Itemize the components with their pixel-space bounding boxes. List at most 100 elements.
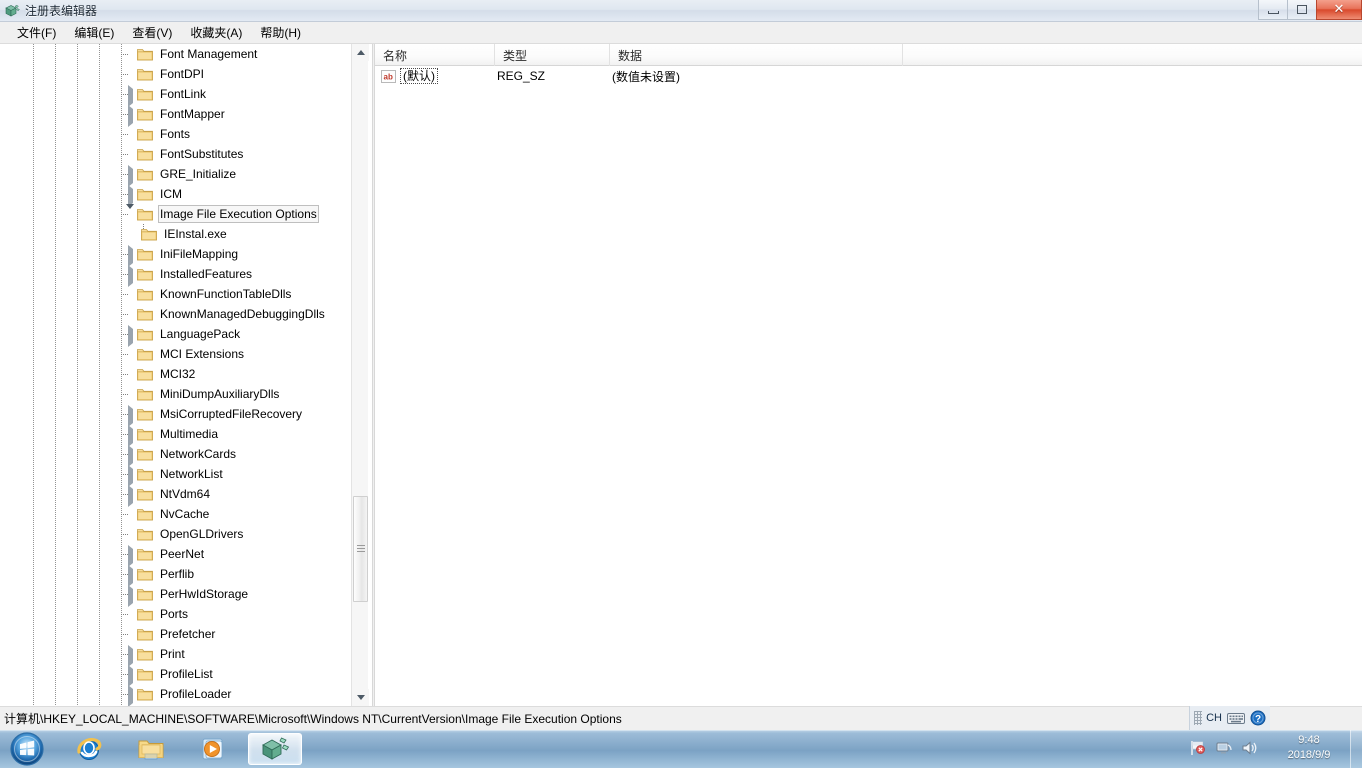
tree-item-profilelist[interactable]: ProfileList xyxy=(0,664,351,687)
tree-item-fontsubstitutes[interactable]: FontSubstitutes xyxy=(0,144,351,164)
chevron-right-icon[interactable] xyxy=(126,665,135,687)
folder-icon xyxy=(137,147,153,161)
tree-item-mci-extensions[interactable]: MCI Extensions xyxy=(0,344,351,364)
registry-tree-pane[interactable]: Font Management FontDPI FontLink FontMapper… xyxy=(0,44,372,706)
column-header-name[interactable]: 名称 xyxy=(375,44,495,66)
maximize-button[interactable] xyxy=(1287,0,1317,20)
menu-view[interactable]: 查看(V) xyxy=(123,22,181,44)
chevron-right-icon[interactable] xyxy=(126,85,135,107)
value-row[interactable]: ab (默认) REG_SZ (数值未设置) xyxy=(375,66,1362,86)
chevron-down-icon[interactable] xyxy=(126,204,135,223)
title-bar[interactable]: 注册表编辑器 ✕ xyxy=(0,0,1362,22)
volume-icon[interactable] xyxy=(1241,739,1261,759)
show-desktop-button[interactable] xyxy=(1350,730,1362,768)
chevron-right-icon[interactable] xyxy=(126,105,135,127)
tree-item-ieinstal-exe[interactable]: IEInstal.exe xyxy=(0,224,351,244)
menu-file[interactable]: 文件(F) xyxy=(8,22,65,44)
tree-item-networklist[interactable]: NetworkList xyxy=(0,464,351,487)
menu-favorites[interactable]: 收藏夹(A) xyxy=(181,22,251,44)
tree-item-label: FontLink xyxy=(160,87,207,101)
tree-connector xyxy=(121,54,128,55)
tree-item-opengldrivers[interactable]: OpenGLDrivers xyxy=(0,524,351,544)
help-icon[interactable]: ? xyxy=(1250,710,1266,726)
tree-item-icm[interactable]: ICM xyxy=(0,184,351,207)
chevron-right-icon[interactable] xyxy=(126,245,135,267)
tree-item-image-file-execution-options[interactable]: Image File Execution Options xyxy=(0,204,351,224)
tree-item-fontdpi[interactable]: FontDPI xyxy=(0,64,351,84)
tree-item-ntvdm64[interactable]: NtVdm64 xyxy=(0,484,351,507)
chevron-right-icon[interactable] xyxy=(126,645,135,667)
tree-item-print[interactable]: Print xyxy=(0,644,351,667)
menu-edit[interactable]: 编辑(E) xyxy=(65,22,123,44)
tree-item-languagepack[interactable]: LanguagePack xyxy=(0,324,351,347)
registry-editor-icon xyxy=(262,737,290,760)
scrollbar-thumb[interactable] xyxy=(353,496,368,602)
tree-item-ports[interactable]: Ports xyxy=(0,604,351,624)
chevron-right-icon[interactable] xyxy=(126,485,135,507)
tree-item-fontlink[interactable]: FontLink xyxy=(0,84,351,107)
tree-item-peernet[interactable]: PeerNet xyxy=(0,544,351,567)
close-button[interactable]: ✕ xyxy=(1316,0,1362,20)
column-header-type[interactable]: 类型 xyxy=(495,44,610,66)
registry-tree: Font Management FontDPI FontLink FontMapper… xyxy=(0,44,351,706)
language-bar[interactable]: CH ? xyxy=(1189,706,1270,730)
taskbar-media-player[interactable] xyxy=(186,733,240,765)
chevron-right-icon[interactable] xyxy=(126,465,135,487)
clock-date: 2018/9/9 xyxy=(1287,749,1331,761)
tree-item-fonts[interactable]: Fonts xyxy=(0,124,351,144)
minimize-button[interactable] xyxy=(1258,0,1288,20)
column-header-data[interactable]: 数据 xyxy=(610,44,903,66)
folder-icon xyxy=(137,507,153,521)
chevron-right-icon[interactable] xyxy=(126,405,135,427)
chevron-right-icon[interactable] xyxy=(126,265,135,287)
chevron-right-icon[interactable] xyxy=(126,425,135,447)
tree-item-networkcards[interactable]: NetworkCards xyxy=(0,444,351,467)
tree-item-inifilemapping[interactable]: IniFileMapping xyxy=(0,244,351,267)
chevron-right-icon[interactable] xyxy=(126,545,135,567)
language-indicator[interactable]: CH xyxy=(1206,712,1222,724)
folder-icon xyxy=(137,307,153,321)
tree-item-gre-initialize[interactable]: GRE_Initialize xyxy=(0,164,351,187)
taskbar-internet-explorer[interactable] xyxy=(62,733,116,765)
tree-connector xyxy=(121,154,128,155)
folder-icon xyxy=(137,527,153,541)
tree-item-multimedia[interactable]: Multimedia xyxy=(0,424,351,447)
tree-item-perflib[interactable]: Perflib xyxy=(0,564,351,587)
start-button[interactable] xyxy=(4,731,50,767)
menu-help[interactable]: 帮助(H) xyxy=(251,22,310,44)
tree-item-knownfunctiontabledlls[interactable]: KnownFunctionTableDlls xyxy=(0,284,351,304)
tree-item-nvcache[interactable]: NvCache xyxy=(0,504,351,524)
tree-item-knownmanageddebuggingdlls[interactable]: KnownManagedDebuggingDlls xyxy=(0,304,351,324)
chevron-right-icon[interactable] xyxy=(126,685,135,706)
taskbar-registry-editor[interactable] xyxy=(248,733,302,765)
registry-values-pane[interactable]: 名称 类型 数据 ab (默认) REG_SZ (数值未设置) xyxy=(375,44,1362,706)
tree-scrollbar[interactable] xyxy=(351,44,369,706)
tree-item-installedfeatures[interactable]: InstalledFeatures xyxy=(0,264,351,287)
chevron-right-icon[interactable] xyxy=(126,165,135,187)
folder-icon xyxy=(137,607,153,621)
chevron-right-icon[interactable] xyxy=(126,325,135,347)
chevron-right-icon[interactable] xyxy=(126,185,135,207)
tree-item-perhwidstorage[interactable]: PerHwIdStorage xyxy=(0,584,351,607)
clock[interactable]: 9:48 2018/9/9 xyxy=(1272,733,1346,763)
status-path: 计算机\HKEY_LOCAL_MACHINE\SOFTWARE\Microsof… xyxy=(4,712,622,726)
chevron-right-icon[interactable] xyxy=(126,445,135,467)
tree-item-font-management[interactable]: Font Management xyxy=(0,44,351,64)
tree-item-minidumpauxiliarydlls[interactable]: MiniDumpAuxiliaryDlls xyxy=(0,384,351,404)
tree-item-fontmapper[interactable]: FontMapper xyxy=(0,104,351,127)
chevron-right-icon[interactable] xyxy=(126,565,135,587)
folder-icon xyxy=(137,687,153,701)
network-icon[interactable] xyxy=(1215,739,1235,759)
tree-item-msicorruptedfilerecovery[interactable]: MsiCorruptedFileRecovery xyxy=(0,404,351,427)
tree-item-label: IniFileMapping xyxy=(160,247,239,261)
chevron-right-icon[interactable] xyxy=(126,585,135,607)
tree-item-mci32[interactable]: MCI32 xyxy=(0,364,351,384)
scroll-down-button[interactable] xyxy=(352,689,369,706)
keyboard-icon[interactable] xyxy=(1227,712,1245,725)
taskbar-windows-explorer[interactable] xyxy=(124,733,178,765)
drag-grip-icon[interactable] xyxy=(1194,711,1203,725)
tree-item-profileloader[interactable]: ProfileLoader xyxy=(0,684,351,706)
action-center-flag-icon[interactable] xyxy=(1189,739,1209,759)
scroll-up-button[interactable] xyxy=(352,44,369,61)
tree-item-prefetcher[interactable]: Prefetcher xyxy=(0,624,351,644)
